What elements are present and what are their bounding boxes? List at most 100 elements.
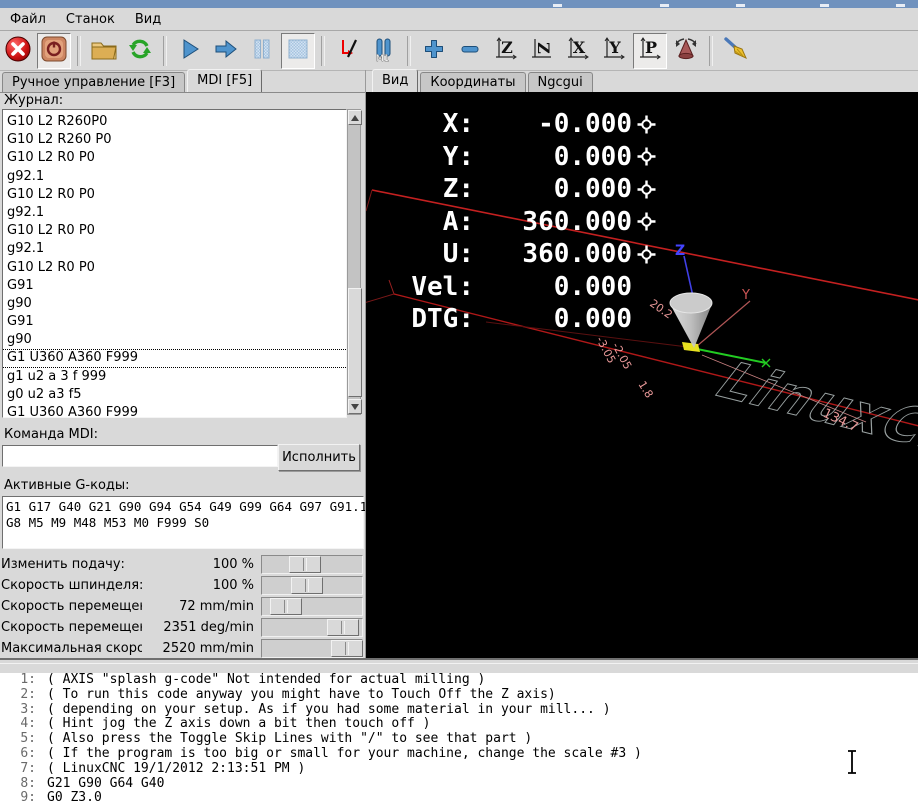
- slider-thumb[interactable]: [331, 640, 363, 657]
- menu-item-файл[interactable]: Файл: [0, 10, 56, 29]
- history-line[interactable]: g1 u2 a 3 f 999: [3, 368, 346, 386]
- gcode-line[interactable]: 3: ( depending on your setup. As if you h…: [0, 702, 918, 718]
- estop-icon: [5, 36, 31, 66]
- history-line[interactable]: g90: [3, 295, 346, 313]
- machine-power-button[interactable]: [37, 32, 71, 69]
- view-top-rotated-button[interactable]: Z: [525, 33, 559, 69]
- history-line[interactable]: g90: [3, 331, 346, 349]
- pause-button[interactable]: [245, 33, 279, 69]
- gcode-line[interactable]: 8: G21 G90 G64 G40: [0, 776, 918, 792]
- history-scrollbar[interactable]: [347, 109, 362, 415]
- zoom-in-button[interactable]: [417, 33, 451, 69]
- history-line[interactable]: G10 L2 R0 P0: [3, 149, 346, 167]
- slider-thumb[interactable]: [327, 619, 359, 636]
- gcode-line[interactable]: 5: ( Also press the Toggle Skip Lines wit…: [0, 731, 918, 747]
- titlebar-decoration: [553, 4, 562, 7]
- slider-groove[interactable]: [261, 618, 363, 637]
- dro-row: DTG: 0.000: [406, 303, 657, 336]
- stop-button[interactable]: [281, 32, 315, 69]
- slider-groove[interactable]: [261, 597, 363, 616]
- history-line[interactable]: G10 L2 R260 P0: [3, 131, 346, 149]
- gcode-line-number: 1:: [20, 673, 36, 687]
- optional-stop-button[interactable]: M1: [367, 33, 401, 69]
- scroll-down-arrow[interactable]: [348, 399, 362, 414]
- toolbar-separator: [321, 35, 325, 66]
- history-line[interactable]: G91: [3, 313, 346, 331]
- execute-button[interactable]: Исполнить: [278, 444, 360, 471]
- tab-координаты[interactable]: Координаты: [420, 72, 526, 92]
- slider-thumb[interactable]: [289, 556, 321, 573]
- tab-вид[interactable]: Вид: [372, 69, 419, 92]
- history-line[interactable]: g92.1: [3, 168, 346, 186]
- tab-ngcgui[interactable]: Ngcgui: [527, 72, 593, 92]
- dro-axis-label: Y:: [442, 141, 474, 172]
- mdi-history-listbox[interactable]: G10 L2 R260P0 G10 L2 R260 P0 G10 L2 R0 P0 g…: [2, 109, 347, 418]
- history-line[interactable]: G1 U360 A360 F999: [3, 349, 346, 368]
- slider-thumb[interactable]: [270, 598, 302, 615]
- mdi-command-input[interactable]: [2, 445, 278, 467]
- history-line[interactable]: G91: [3, 277, 346, 295]
- toggle-skip-lines-button[interactable]: [331, 33, 365, 69]
- clear-plot-icon: [722, 36, 750, 66]
- open-file-icon: [90, 37, 118, 65]
- history-line[interactable]: G10 L2 R0 P0: [3, 222, 346, 240]
- history-line[interactable]: g92.1: [3, 204, 346, 222]
- zoom-out-button[interactable]: [453, 33, 487, 69]
- clear-plot-button[interactable]: [719, 33, 753, 69]
- right-tab-bar: Вид Координаты Ngcgui: [372, 69, 595, 92]
- view-side-button[interactable]: X: [561, 33, 595, 69]
- reload-button[interactable]: [123, 33, 157, 69]
- gcode-line[interactable]: 1: ( AXIS "splash g-code" Not intended fo…: [0, 673, 918, 688]
- estop-button[interactable]: [1, 33, 35, 69]
- rotate-view-button[interactable]: [669, 33, 703, 69]
- gcode-line[interactable]: 6: ( If the program is too big or small f…: [0, 746, 918, 762]
- step-button[interactable]: [209, 33, 243, 69]
- menu-item-вид[interactable]: Вид: [125, 10, 171, 29]
- dro-readout: X: -0.000 Y: 0.000 Z: 0.000 A: 360.000 U: 360…: [406, 108, 657, 336]
- history-line[interactable]: G1 U360 A360 F999: [3, 404, 346, 417]
- history-line[interactable]: G10 L2 R0 P0: [3, 186, 346, 204]
- scroll-up-arrow[interactable]: [348, 110, 362, 125]
- gcode-line-number: 4:: [20, 716, 36, 732]
- tab-mdi-f5-[interactable]: MDI [F5]: [187, 69, 263, 92]
- mdi-tab-content: Журнал: G10 L2 R260P0 G10 L2 R260 P0 G10 L…: [0, 92, 367, 659]
- history-line[interactable]: g92.1: [3, 240, 346, 258]
- machine-power-icon: [41, 36, 67, 66]
- slider-groove[interactable]: [261, 576, 363, 595]
- run-button[interactable]: [173, 33, 207, 69]
- history-line[interactable]: G10 L2 R260P0: [3, 113, 346, 131]
- slider-thumb[interactable]: [291, 577, 323, 594]
- slider-groove[interactable]: [261, 555, 363, 574]
- view-top-button[interactable]: Z: [489, 33, 523, 69]
- gcode-line[interactable]: 7: ( LinuxCNC 19/1/2012 2:13:51 PM ): [0, 761, 918, 777]
- run-icon: [178, 37, 202, 65]
- gcode-line[interactable]: 2: ( To run this code anyway you might ha…: [0, 687, 918, 703]
- view-perspective-icon: P: [637, 36, 663, 66]
- gcode-line[interactable]: 9: G0 Z3.0: [0, 791, 918, 806]
- pause-icon: [250, 37, 274, 65]
- gcode-line-text: ( Hint jog the Z axis down a bit then to…: [47, 716, 431, 732]
- homed-icon: [635, 244, 657, 264]
- history-line[interactable]: G10 L2 R0 P0: [3, 259, 346, 277]
- mdi-command-label: Команда MDI:: [4, 427, 98, 442]
- tab-ручное-управление-f3-[interactable]: Ручное управление [F3]: [2, 72, 186, 92]
- titlebar-decoration: [736, 4, 745, 7]
- gcode-line[interactable]: 4: ( Hint jog the Z axis down a bit then …: [0, 717, 918, 732]
- view-front-button[interactable]: Y: [597, 33, 631, 69]
- toolbar-separator: [77, 35, 81, 66]
- gcode-line-number: 5:: [20, 731, 36, 747]
- homed-icon: [635, 212, 657, 232]
- preview-3d-canvas[interactable]: Z Y LinuxCNC 20.2 -3.05 -2.05 1.8 134.7 …: [366, 92, 918, 658]
- window-titlebar[interactable]: [0, 0, 918, 8]
- open-file-button[interactable]: [87, 33, 121, 69]
- history-line[interactable]: g0 u2 a3 f5: [3, 386, 346, 404]
- menu-item-станок[interactable]: Станок: [56, 10, 125, 29]
- dro-row: Y: 0.000: [406, 141, 657, 174]
- dro-row: A: 360.000: [406, 206, 657, 239]
- slider-label: Скорость перемещений: [1, 620, 142, 635]
- gcode-program-listing[interactable]: 1: ( AXIS "splash g-code" Not intended fo…: [0, 673, 918, 806]
- slider-groove[interactable]: [261, 639, 363, 658]
- view-perspective-button[interactable]: P: [633, 32, 667, 69]
- slider-label: Изменить подачу:: [1, 557, 125, 572]
- scrollbar-thumb[interactable]: [348, 288, 362, 397]
